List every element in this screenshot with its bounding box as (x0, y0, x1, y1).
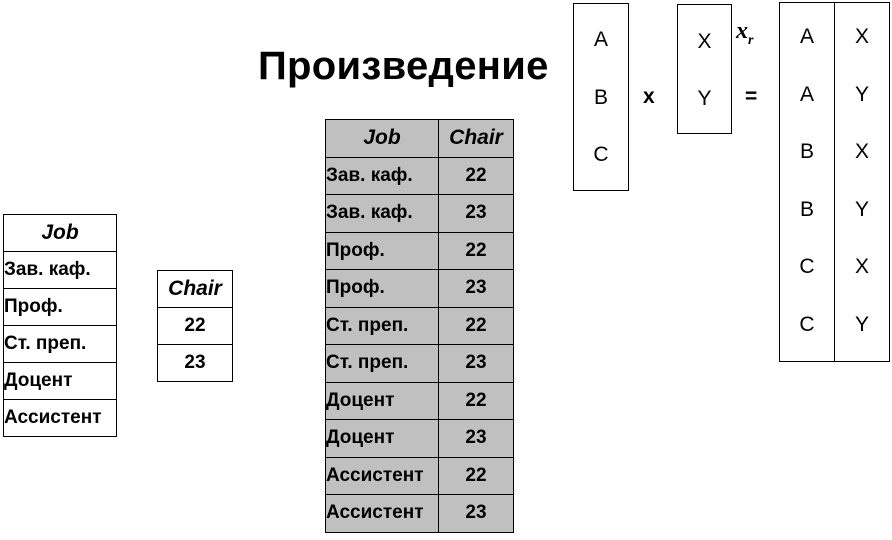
schema-result-item: A (799, 82, 814, 106)
job-table: Job Зав. каф. Проф. Ст. преп. Доцент Асс… (3, 214, 117, 437)
product-chair-cell: 22 (438, 156, 514, 195)
operator-subscript: r (748, 32, 754, 48)
product-chair-cell: 22 (438, 231, 514, 270)
product-operator-label: xr (736, 18, 753, 49)
schema-result-item: B (799, 197, 814, 221)
product-row: Ассистент 23 (325, 494, 514, 533)
product-chair-cell: 23 (438, 419, 514, 458)
job-cell: Проф. (3, 288, 117, 326)
product-job-cell: Доцент (325, 381, 439, 420)
product-row: Доцент 22 (325, 381, 514, 420)
product-job-cell: Зав. каф. (325, 156, 439, 195)
product-job-cell: Зав. каф. (325, 194, 439, 233)
equals-sign: = (745, 85, 758, 108)
product-chair-cell: 23 (438, 269, 514, 308)
schema-left-item: A (593, 28, 608, 51)
page-title: Произведение (258, 44, 549, 88)
product-table: Job Chair Зав. каф. 22 Зав. каф. 23 Проф. 22 П… (325, 119, 514, 533)
product-row: Доцент 23 (325, 419, 514, 458)
schema-result-item: Y (854, 82, 869, 106)
product-job-cell: Ст. преп. (325, 344, 439, 383)
schema-result-item: B (799, 140, 814, 163)
product-chair-cell: 22 (438, 381, 514, 420)
operator-symbol: x (736, 18, 748, 44)
schema-result-item: X (854, 140, 869, 163)
schema-result-item: A (799, 25, 814, 48)
schema-result-item: Y (854, 312, 869, 336)
product-chair-cell: 22 (438, 456, 514, 495)
chair-header: Chair (157, 270, 233, 308)
product-row: Зав. каф. 22 (325, 156, 514, 195)
job-cell: Ст. преп. (3, 325, 117, 363)
product-chair-cell: 23 (438, 344, 514, 383)
product-row: Зав. каф. 23 (325, 194, 514, 233)
schema-right-relation: X Y (677, 4, 732, 134)
job-cell: Ассистент (3, 399, 117, 437)
chair-cell: 22 (157, 307, 233, 345)
product-job-cell: Проф. (325, 269, 439, 308)
job-cell: Зав. каф. (3, 251, 117, 289)
chair-table: Chair 22 23 (157, 270, 233, 382)
schema-right-item: Y (697, 87, 712, 110)
job-header: Job (3, 214, 117, 252)
schema-result-col2: X Y X Y X Y (834, 2, 890, 362)
product-job-cell: Ассистент (325, 456, 439, 495)
product-job-cell: Доцент (325, 419, 439, 458)
schema-result-item: X (854, 255, 869, 278)
product-job-cell: Ассистент (325, 494, 439, 533)
chair-cell: 23 (157, 344, 233, 382)
schema-left-item: B (593, 86, 608, 109)
job-cell: Доцент (3, 362, 117, 400)
product-job-cell: Проф. (325, 231, 439, 270)
schema-result-item: X (854, 25, 869, 48)
schema-left-item: C (593, 143, 609, 166)
product-header-chair: Chair (438, 119, 514, 158)
product-chair-cell: 23 (438, 194, 514, 233)
product-row: Ст. преп. 22 (325, 306, 514, 345)
schema-result-col1: A A B B C C (779, 2, 835, 362)
schema-right-item: X (697, 30, 712, 53)
product-row: Проф. 23 (325, 269, 514, 308)
schema-result-item: C (799, 255, 815, 278)
times-sign: x (643, 85, 655, 108)
product-chair-cell: 22 (438, 306, 514, 345)
product-row: Проф. 22 (325, 231, 514, 270)
product-chair-cell: 23 (438, 494, 514, 533)
schema-left-relation: A B C (573, 3, 629, 191)
product-row: Ассистент 22 (325, 456, 514, 495)
schema-result-item: C (799, 312, 815, 336)
product-job-cell: Ст. преп. (325, 306, 439, 345)
product-row: Ст. преп. 23 (325, 344, 514, 383)
schema-result-item: Y (854, 197, 869, 221)
product-header-job: Job (325, 119, 439, 158)
